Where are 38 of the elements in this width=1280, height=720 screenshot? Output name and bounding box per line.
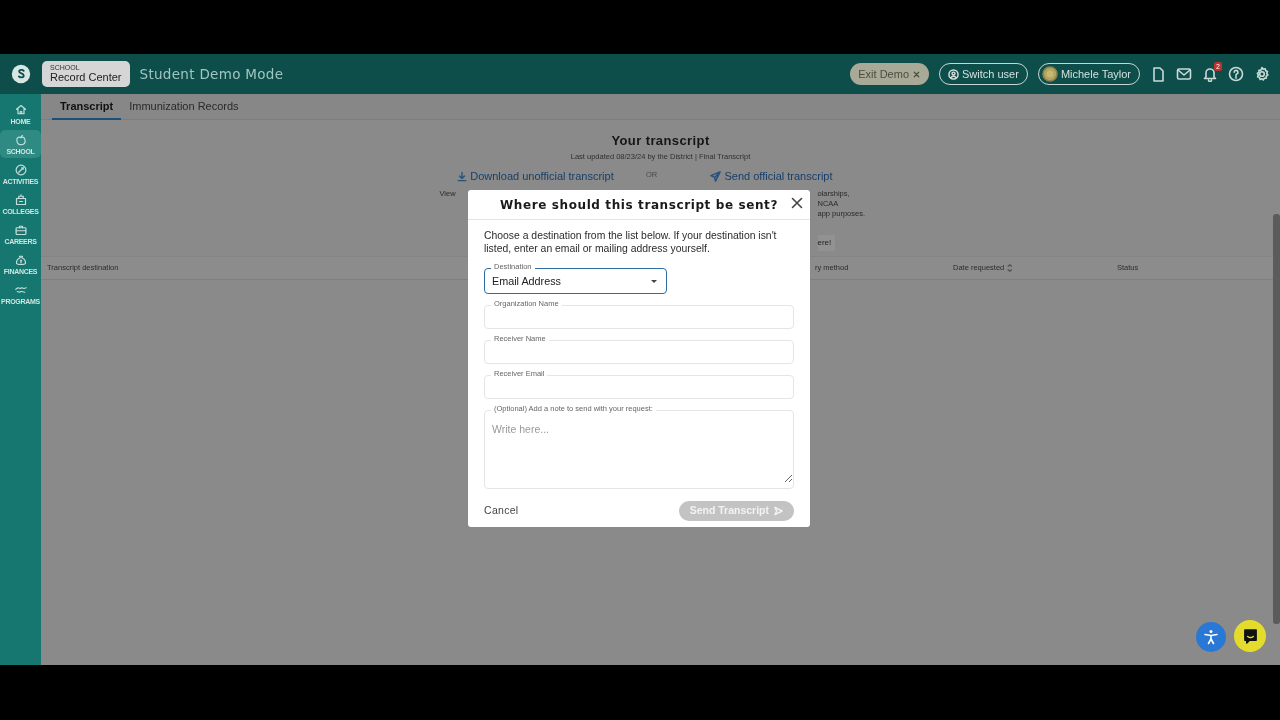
help-icon[interactable] <box>1228 66 1244 82</box>
mail-icon[interactable] <box>1176 66 1192 82</box>
close-icon <box>912 69 922 79</box>
exit-demo-button[interactable]: Exit Demo <box>850 63 930 85</box>
download-link[interactable]: Download unofficial transcript <box>457 168 614 185</box>
nav-icon <box>14 133 27 146</box>
dialog-title: Where should this transcript be sent? <box>500 196 778 214</box>
send-icon <box>774 506 783 516</box>
settings-icon[interactable] <box>1254 66 1270 82</box>
section-title: Your transcript <box>610 132 711 150</box>
nav-icon <box>14 253 27 266</box>
nav-icon <box>14 223 27 236</box>
nav-icon <box>14 193 27 206</box>
close-button[interactable] <box>791 197 803 209</box>
tab[interactable]: Immunization Records <box>121 94 247 120</box>
paper-plane-icon <box>710 170 722 182</box>
scrollbar[interactable] <box>1273 214 1280 624</box>
sort-icon <box>1006 263 1013 273</box>
document-icon[interactable] <box>1150 66 1166 82</box>
instructions-text: Choose a destination from the list below. If your destination isn't listed, enter an email or mailing address yourself. <box>484 229 778 255</box>
bell-icon[interactable] <box>1202 66 1218 82</box>
accessibility-icon <box>1203 629 1219 645</box>
send-link[interactable]: Send official transcript <box>710 168 833 185</box>
download-icon <box>457 170 468 182</box>
caret-icon <box>650 278 658 284</box>
cancel-button[interactable]: Cancel <box>484 503 519 519</box>
page-title: Student Demo Mode <box>139 64 284 84</box>
accessibility-button[interactable] <box>1196 622 1226 652</box>
nav-icon <box>14 163 27 176</box>
nav-icon <box>14 103 27 116</box>
tab[interactable]: Transcript <box>52 94 122 120</box>
chat-button[interactable] <box>1234 620 1266 652</box>
help-button[interactable]: ere! <box>817 234 836 251</box>
chat-icon <box>1242 628 1258 644</box>
user-icon <box>948 68 960 80</box>
close-icon <box>791 197 803 209</box>
avatar-icon <box>1041 66 1058 82</box>
logo-icon[interactable] <box>10 63 32 85</box>
